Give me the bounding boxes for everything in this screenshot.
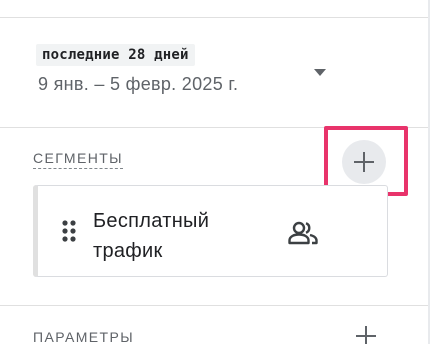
plus-icon	[356, 326, 376, 344]
segment-label: Бесплатный трафик	[93, 210, 210, 262]
settings-panel: последние 28 дней 9 янв. – 5 февр. 2025 …	[0, 0, 430, 344]
drag-handle-icon[interactable]	[62, 219, 76, 243]
parameters-title: ПАРАМЕТРЫ	[33, 329, 135, 344]
user-group-icon	[288, 221, 318, 245]
date-range-text: 9 янв. – 5 февр. 2025 г.	[38, 74, 239, 94]
date-preset-label: последние 28 дней	[36, 44, 195, 66]
arrow-drop-down-icon[interactable]	[312, 66, 328, 78]
date-range-picker[interactable]: последние 28 дней 9 янв. – 5 февр. 2025 …	[0, 18, 428, 127]
plus-icon	[354, 152, 374, 172]
add-parameter-button[interactable]	[348, 318, 384, 344]
add-segment-button[interactable]	[342, 140, 386, 184]
segment-chip[interactable]: Бесплатный трафик	[33, 185, 388, 277]
segments-title: СЕГМЕНТЫ	[33, 150, 123, 169]
divider	[0, 305, 428, 306]
